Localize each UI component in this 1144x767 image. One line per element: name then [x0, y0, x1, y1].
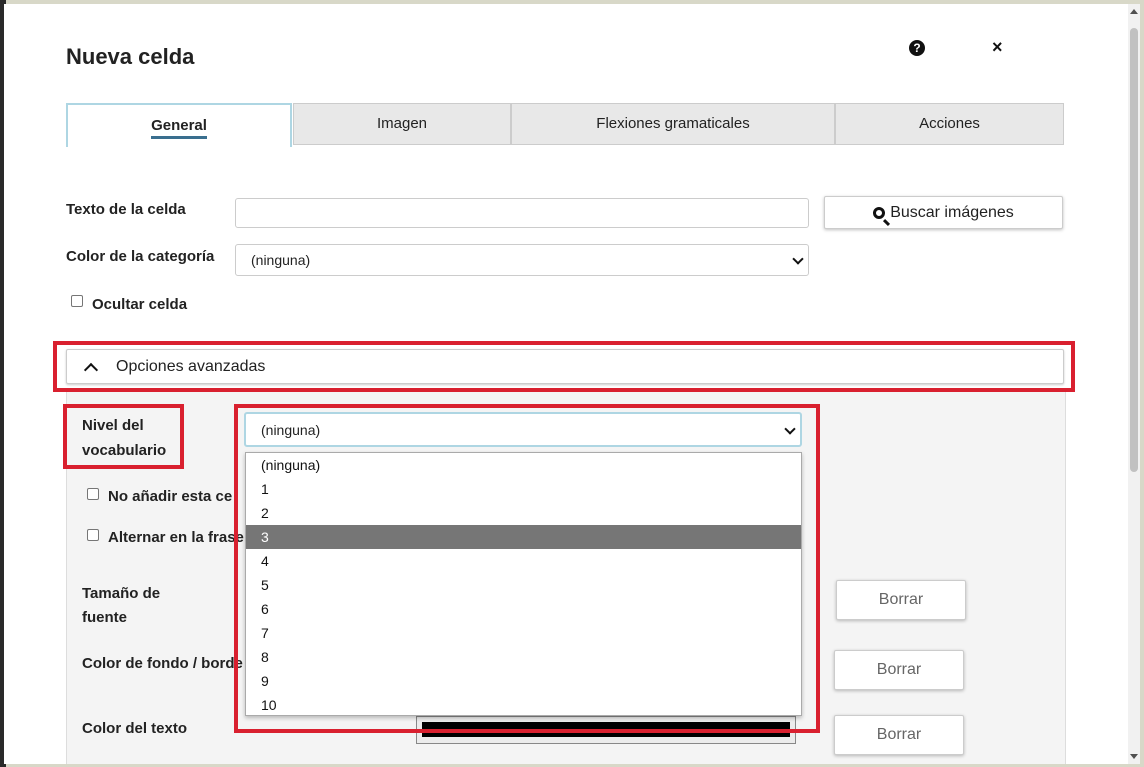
tab-flexiones-label: Flexiones gramaticales [596, 115, 750, 132]
tab-general-label: General [151, 117, 207, 139]
toggle-phrase-label: Alternar en la frase [108, 529, 244, 546]
clear-bg-color-button[interactable]: Borrar [834, 650, 964, 690]
new-cell-dialog: Nueva celda ? × General Imagen Flexiones… [4, 4, 1128, 764]
clear-text-color-button[interactable]: Borrar [834, 715, 964, 755]
tab-bar: General Imagen Flexiones gramaticales Ac… [66, 103, 1064, 147]
text-color-label: Color del texto [82, 720, 188, 737]
highlight-box-vocab-label [63, 404, 184, 469]
hide-cell-checkbox[interactable] [71, 295, 83, 307]
font-size-label-line2: fuente [82, 609, 127, 626]
highlight-box-vocab-select [234, 404, 820, 733]
cell-text-input[interactable] [235, 198, 809, 228]
no-add-label: No añadir esta ce [108, 488, 233, 505]
help-icon[interactable]: ? [909, 40, 925, 56]
scrollbar-thumb[interactable] [1130, 28, 1138, 472]
close-icon[interactable]: × [992, 37, 1003, 58]
clear-font-size-button[interactable]: Borrar [836, 580, 966, 620]
tab-flexiones-gramaticales[interactable]: Flexiones gramaticales [511, 103, 835, 145]
no-add-checkbox[interactable] [87, 488, 99, 500]
category-color-select[interactable]: (ninguna) [235, 244, 809, 276]
category-color-label: Color de la categoría [66, 248, 215, 265]
chevron-down-icon [792, 253, 804, 265]
category-color-value: (ninguna) [251, 252, 311, 268]
tab-acciones-label: Acciones [919, 115, 980, 132]
tab-imagen-label: Imagen [376, 115, 428, 132]
scroll-up-icon[interactable] [1130, 9, 1138, 14]
search-images-button[interactable]: Buscar imágenes [824, 196, 1063, 229]
font-size-label-line1: Tamaño de [82, 585, 161, 602]
dialog-title: Nueva celda [66, 44, 195, 69]
tab-general[interactable]: General [66, 103, 292, 147]
scrollbar[interactable] [1128, 4, 1140, 764]
search-icon [873, 207, 886, 219]
hide-cell-label: Ocultar celda [92, 296, 188, 313]
search-images-label: Buscar imágenes [890, 204, 1014, 221]
bg-border-color-label: Color de fondo / borde [82, 655, 243, 672]
highlight-box-advanced-header [53, 341, 1075, 392]
toggle-phrase-checkbox[interactable] [87, 529, 99, 541]
scroll-down-icon[interactable] [1130, 754, 1138, 759]
tab-imagen[interactable]: Imagen [293, 103, 511, 145]
tab-acciones[interactable]: Acciones [835, 103, 1064, 145]
cell-text-label: Texto de la celda [66, 201, 186, 218]
